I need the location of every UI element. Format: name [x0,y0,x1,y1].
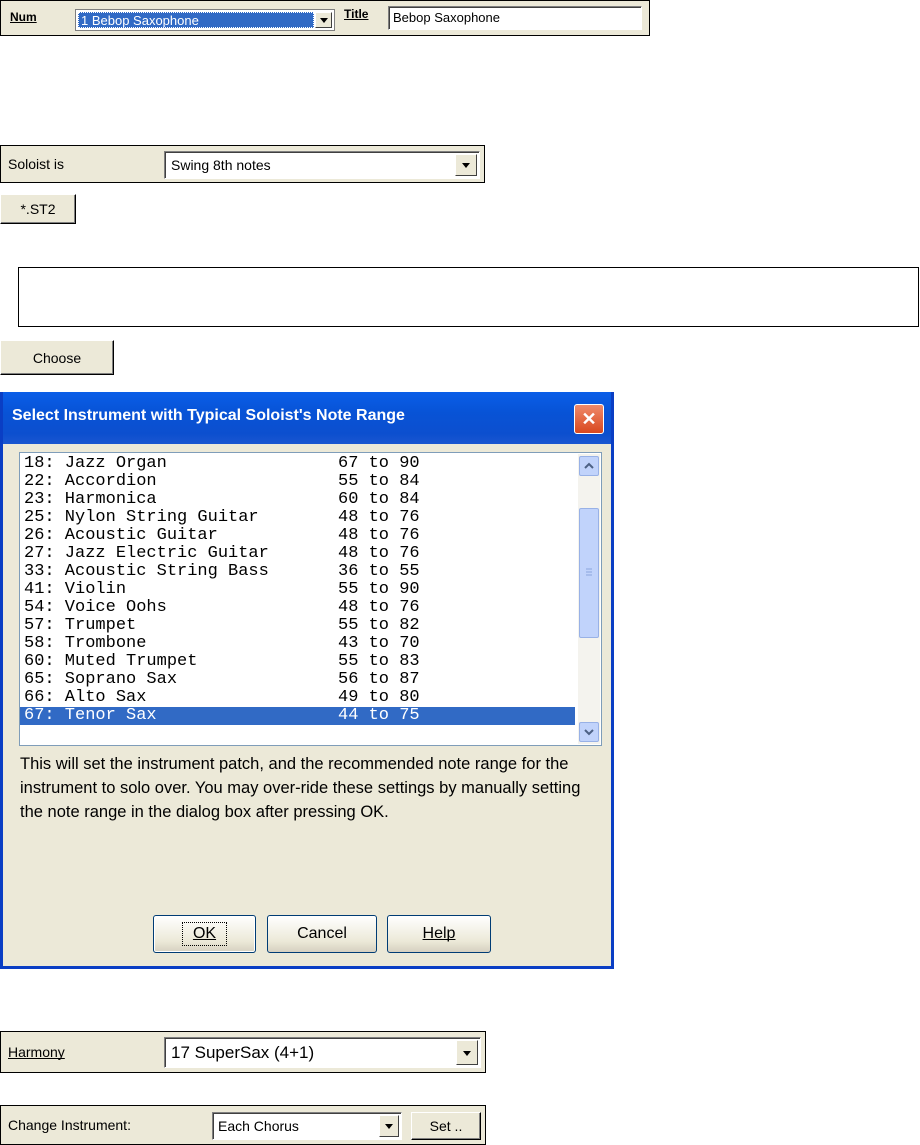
list-item-instrument: 18: Jazz Organ [24,454,167,473]
harmony-panel: Harmony 17 SuperSax (4+1) [0,1031,486,1073]
list-item-instrument: 33: Acoustic String Bass [24,562,269,581]
list-item-range: 48 to 76 [338,598,420,617]
dialog-title: Select Instrument with Typical Soloist's… [12,407,405,424]
list-item-instrument: 67: Tenor Sax [24,706,157,725]
list-item-range: 44 to 75 [338,706,420,725]
scroll-up-arrow-icon[interactable] [579,456,599,476]
harmony-label: Harmony [8,1044,65,1060]
list-item-range: 60 to 84 [338,490,420,509]
set-button[interactable]: Set .. [411,1112,481,1140]
choose-button-label: Choose [32,349,82,366]
harmony-select-value: 17 SuperSax (4+1) [171,1043,315,1062]
num-title-panel: Num 1 Bebop Saxophone Title Bebop Saxoph… [0,0,650,36]
soloist-select-value: Swing 8th notes [171,157,271,173]
list-item[interactable]: 33: Acoustic String Bass 36 to 55 [20,563,575,581]
list-item[interactable]: 60: Muted Trumpet 55 to 83 [20,653,575,671]
soloist-dropdown-arrow-icon[interactable] [455,154,477,176]
list-scrollbar[interactable] [578,454,600,744]
list-item-range: 55 to 83 [338,652,420,671]
list-item-range: 36 to 55 [338,562,420,581]
list-item-range: 55 to 82 [338,616,420,635]
empty-text-box [18,267,919,327]
close-icon[interactable]: ✕ [574,404,604,434]
harmony-select[interactable]: 17 SuperSax (4+1) [164,1037,481,1068]
help-button[interactable]: Help [387,915,491,953]
list-item-range: 56 to 87 [338,670,420,689]
list-item-instrument: 57: Trumpet [24,616,137,635]
cancel-button[interactable]: Cancel [267,915,377,953]
list-item-range: 55 to 90 [338,580,420,599]
dialog-description: This will set the instrument patch, and … [20,755,581,821]
list-item[interactable]: 26: Acoustic Guitar 48 to 76 [20,527,575,545]
harmony-label-text: Harmony [8,1044,65,1060]
harmony-dropdown-arrow-icon[interactable] [456,1040,478,1065]
title-label-text: Title [344,7,369,21]
change-instrument-label: Change Instrument: [8,1117,131,1133]
list-item-range: 43 to 70 [338,634,420,653]
help-button-label: Help [422,925,456,942]
st2-button-label: *.ST2 [20,201,56,217]
list-item-instrument: 22: Accordion [24,472,157,491]
list-item-instrument: 23: Harmonica [24,490,157,509]
list-item-instrument: 26: Acoustic Guitar [24,526,218,545]
list-item[interactable]: 67: Tenor Sax 44 to 75 [20,707,575,725]
list-item[interactable]: 18: Jazz Organ 67 to 90 [20,455,575,473]
list-item[interactable]: 23: Harmonica 60 to 84 [20,491,575,509]
list-item[interactable]: 58: Trombone 43 to 70 [20,635,575,653]
soloist-label: Soloist is [8,156,65,172]
list-item-range: 67 to 90 [338,454,420,473]
soloist-select[interactable]: Swing 8th notes [164,151,480,179]
list-item-instrument: 27: Jazz Electric Guitar [24,544,269,563]
list-item[interactable]: 65: Soprano Sax 56 to 87 [20,671,575,689]
list-item[interactable]: 25: Nylon String Guitar 48 to 76 [20,509,575,527]
list-item-instrument: 54: Voice Oohs [24,598,167,617]
list-item-instrument: 41: Violin [24,580,127,599]
num-select-text: 1 Bebop Saxophone [81,13,199,28]
list-item-instrument: 58: Trombone [24,634,147,653]
select-instrument-dialog: Select Instrument with Typical Soloist's… [0,392,614,969]
list-item[interactable]: 54: Voice Oohs 48 to 76 [20,599,575,617]
list-item[interactable]: 27: Jazz Electric Guitar 48 to 76 [20,545,575,563]
num-select[interactable]: 1 Bebop Saxophone [75,9,335,31]
cancel-button-label: Cancel [297,925,347,942]
choose-button[interactable]: Choose [0,340,114,375]
list-item-range: 55 to 84 [338,472,420,491]
change-instrument-select[interactable]: Each Chorus [212,1112,402,1140]
num-label: Num [10,10,37,24]
list-item[interactable]: 57: Trumpet 55 to 82 [20,617,575,635]
change-instrument-select-value: Each Chorus [218,1118,299,1134]
list-item-range: 48 to 76 [338,526,420,545]
list-item-range: 48 to 76 [338,508,420,527]
set-button-label: Set .. [429,1118,463,1134]
change-instrument-panel: Change Instrument: Each Chorus Set .. [0,1105,486,1145]
scroll-thumb[interactable] [579,508,599,638]
list-item[interactable]: 41: Violin 55 to 90 [20,581,575,599]
st2-button[interactable]: *.ST2 [0,194,76,224]
num-dropdown-arrow-icon[interactable] [315,12,332,28]
list-item-instrument: 60: Muted Trumpet [24,652,198,671]
list-item-instrument: 25: Nylon String Guitar [24,508,259,527]
dialog-title-bar[interactable]: Select Instrument with Typical Soloist's… [3,392,611,444]
list-item-instrument: 66: Alto Sax [24,688,147,707]
soloist-panel: Soloist is Swing 8th notes [0,145,485,183]
instrument-listbox[interactable]: 18: Jazz Organ 67 to 90 22: Accordion 55 to… [19,452,602,746]
list-item-range: 48 to 76 [338,544,420,563]
ok-button[interactable]: OK [153,915,256,953]
ok-button-label: OK [181,922,228,946]
list-item[interactable]: 66: Alto Sax 49 to 80 [20,689,575,707]
title-input[interactable]: Bebop Saxophone [388,6,642,30]
list-item[interactable]: 22: Accordion 55 to 84 [20,473,575,491]
num-select-value: 1 Bebop Saxophone [78,12,314,28]
scroll-down-arrow-icon[interactable] [579,722,599,742]
list-item-instrument: 65: Soprano Sax [24,670,178,689]
list-item-range: 49 to 80 [338,688,420,707]
num-label-text: Num [10,10,37,24]
title-input-text: Bebop Saxophone [393,10,500,25]
change-instrument-dropdown-arrow-icon[interactable] [379,1115,399,1137]
title-label: Title [344,7,368,21]
